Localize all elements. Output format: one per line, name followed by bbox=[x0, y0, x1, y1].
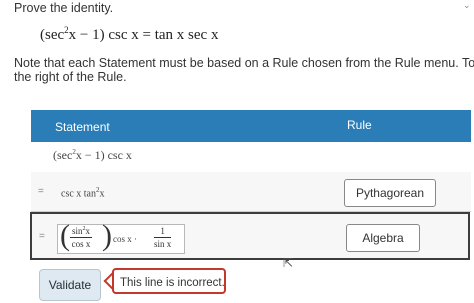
identity-part-a: (sec bbox=[40, 27, 65, 43]
fraction-2-numerator: 1 bbox=[154, 226, 172, 238]
statement-2-part-b: x bbox=[99, 188, 105, 200]
fraction-sin2-over-cos: sin2x cos x bbox=[70, 226, 93, 249]
fraction-1-num-b: x bbox=[85, 226, 91, 236]
fraction-1-denominator: cos x bbox=[71, 239, 91, 249]
note-line-2: the right of the Rule. bbox=[14, 70, 127, 84]
rule-select-algebra[interactable]: Algebra bbox=[346, 224, 420, 252]
prompt-text: Prove the identity. bbox=[14, 1, 114, 15]
fraction-1-over-sin: 1 sin x bbox=[154, 226, 172, 249]
error-message: This line is incorrect. bbox=[112, 268, 226, 294]
equals-sign: = bbox=[38, 186, 44, 197]
mouse-cursor-icon: ⇱ bbox=[283, 256, 294, 270]
proof-row-2: = csc x tan2x Pythagorean bbox=[31, 172, 471, 212]
statement-2: csc x tan2x bbox=[61, 186, 105, 199]
proof-row-1: (sec2x − 1) csc x bbox=[31, 142, 471, 173]
proof-row-3: = ( sin2x cos x ) cos x · 1 sin x Algebr… bbox=[30, 212, 470, 260]
statement-3-input[interactable]: ( sin2x cos x ) cos x · 1 sin x bbox=[57, 219, 185, 254]
rule-select-pythagorean[interactable]: Pythagorean bbox=[344, 179, 436, 207]
left-paren: ( bbox=[60, 219, 70, 252]
fraction-1-numerator: sin2x bbox=[70, 226, 93, 238]
cos-term: cos x · bbox=[113, 234, 137, 244]
fraction-2-denominator: sin x bbox=[154, 239, 172, 249]
fraction-1-num-a: sin bbox=[72, 226, 83, 236]
identity-part-b: x − 1) csc x = tan x sec x bbox=[68, 27, 219, 43]
statement-1-part-b: x − 1) csc x bbox=[75, 148, 132, 162]
header-statement: Statement bbox=[55, 120, 110, 134]
validate-button[interactable]: Validate bbox=[39, 269, 101, 301]
proof-table-header: Statement Rule bbox=[31, 110, 471, 142]
statement-1-part-a: (sec bbox=[53, 148, 73, 162]
header-rule: Rule bbox=[347, 118, 372, 132]
instruction-note: Note that each Statement must be based o… bbox=[14, 56, 474, 84]
right-paren: ) bbox=[102, 219, 112, 252]
corner-mark: ⌄ bbox=[463, 0, 471, 10]
equals-sign: = bbox=[39, 231, 45, 242]
statement-2-part-a: csc x tan bbox=[61, 188, 96, 200]
statement-1: (sec2x − 1) csc x bbox=[53, 148, 132, 163]
identity-expression: (sec2x − 1) csc x = tan x sec x bbox=[40, 25, 218, 44]
note-line-1: Note that each Statement must be based o… bbox=[14, 56, 474, 70]
